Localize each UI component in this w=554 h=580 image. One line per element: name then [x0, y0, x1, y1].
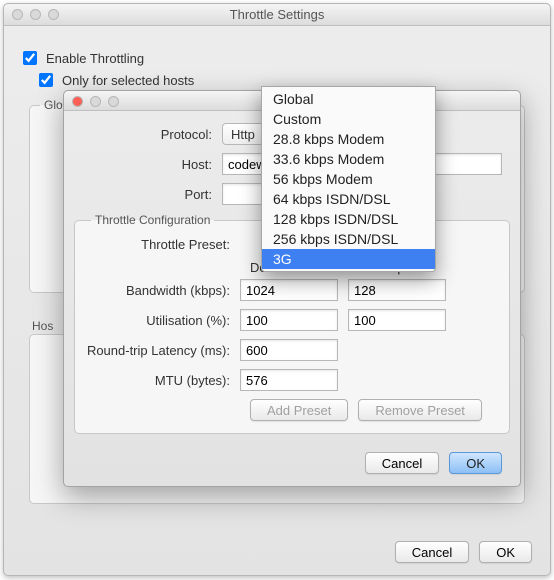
preset-menu-item[interactable]: 33.6 kbps Modem	[262, 149, 435, 169]
only-selected-label: Only for selected hosts	[62, 73, 194, 88]
traffic-lights	[12, 9, 59, 20]
add-preset-button[interactable]: Add Preset	[250, 399, 348, 421]
preset-menu-item[interactable]: 28.8 kbps Modem	[262, 129, 435, 149]
port-label: Port:	[82, 187, 222, 202]
protocol-label: Protocol:	[82, 127, 222, 142]
zoom-icon[interactable]	[48, 9, 59, 20]
minimize-icon[interactable]	[30, 9, 41, 20]
throttle-preset-menu[interactable]: GlobalCustom28.8 kbps Modem33.6 kbps Mod…	[261, 86, 436, 272]
bandwidth-label: Bandwidth (kbps):	[85, 283, 240, 298]
window-title: Throttle Settings	[230, 7, 325, 22]
mtu-input[interactable]	[240, 369, 338, 391]
close-icon[interactable]	[72, 96, 83, 107]
preset-menu-item[interactable]: 128 kbps ISDN/DSL	[262, 209, 435, 229]
bandwidth-upload-input[interactable]	[348, 279, 446, 301]
hosts-legend: Hos	[32, 319, 53, 333]
cancel-button[interactable]: Cancel	[365, 452, 439, 474]
cancel-button[interactable]: Cancel	[395, 541, 469, 563]
remove-preset-button[interactable]: Remove Preset	[358, 399, 482, 421]
zoom-icon[interactable]	[108, 96, 119, 107]
only-selected-checkbox[interactable]	[39, 73, 53, 87]
enable-throttling-label: Enable Throttling	[46, 51, 144, 66]
close-icon[interactable]	[12, 9, 23, 20]
preset-menu-item[interactable]: 56 kbps Modem	[262, 169, 435, 189]
preset-menu-item[interactable]: 256 kbps ISDN/DSL	[262, 229, 435, 249]
ok-button[interactable]: OK	[449, 452, 502, 474]
utilisation-upload-input[interactable]	[348, 309, 446, 331]
protocol-value: Http	[223, 127, 265, 142]
mtu-label: MTU (bytes):	[85, 373, 240, 388]
bandwidth-download-input[interactable]	[240, 279, 338, 301]
enable-throttling-row[interactable]: Enable Throttling	[19, 48, 535, 68]
preset-label: Throttle Preset:	[85, 237, 240, 252]
throttle-config-legend: Throttle Configuration	[91, 213, 214, 227]
enable-throttling-checkbox[interactable]	[23, 51, 37, 65]
preset-menu-item[interactable]: Custom	[262, 109, 435, 129]
preset-menu-item[interactable]: 3G	[262, 249, 435, 269]
preset-menu-item[interactable]: 64 kbps ISDN/DSL	[262, 189, 435, 209]
latency-input[interactable]	[240, 339, 338, 361]
utilisation-label: Utilisation (%):	[85, 313, 240, 328]
host-label: Host:	[82, 157, 222, 172]
minimize-icon[interactable]	[90, 96, 101, 107]
window-titlebar[interactable]: Throttle Settings	[4, 4, 550, 26]
ok-button[interactable]: OK	[479, 541, 532, 563]
latency-label: Round-trip Latency (ms):	[85, 343, 240, 358]
utilisation-download-input[interactable]	[240, 309, 338, 331]
preset-menu-item[interactable]: Global	[262, 89, 435, 109]
